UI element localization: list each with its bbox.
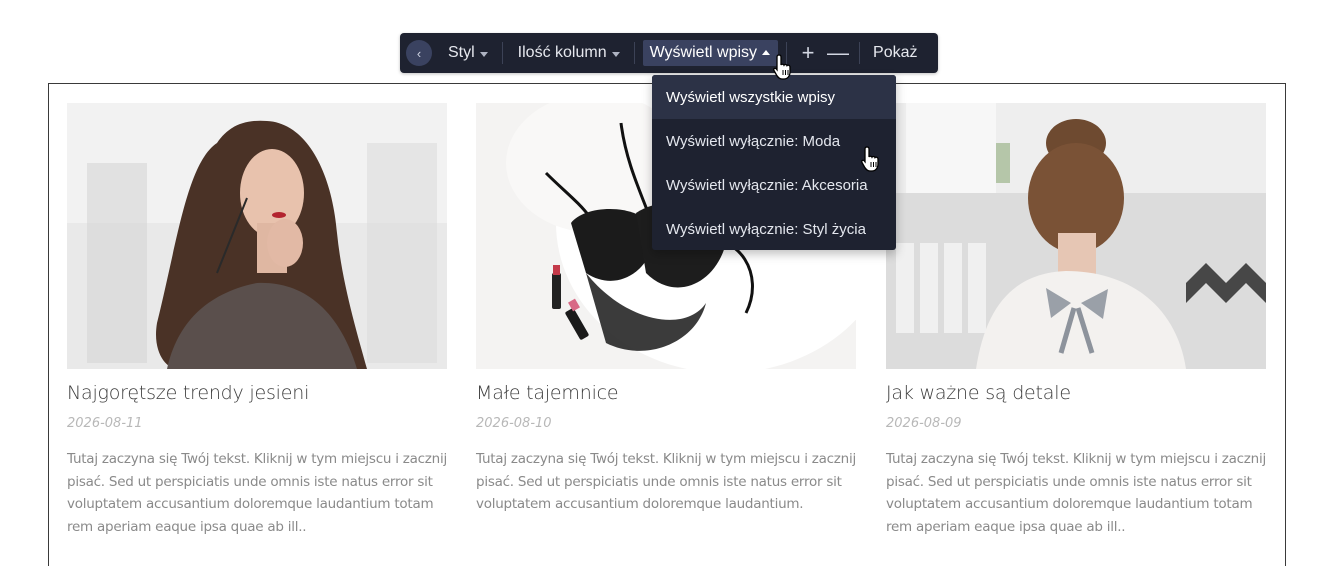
post-title[interactable]: Najgorętsze trendy jesieni <box>67 381 447 405</box>
remove-button[interactable]: — <box>823 33 853 73</box>
show-button[interactable]: Pokaż <box>860 33 917 73</box>
post-excerpt: Tutaj zaczyna się Twój tekst. Kliknij w … <box>67 451 447 535</box>
caret-up-icon <box>762 49 771 55</box>
caret-down-icon <box>611 51 620 57</box>
post-image[interactable] <box>67 103 447 369</box>
hand-pointer-cursor-icon <box>860 145 882 173</box>
style-label: Styl <box>448 44 475 61</box>
style-menu-button[interactable]: Styl <box>432 33 502 73</box>
post-card[interactable]: Jak ważne są detale 2026-08-09 Tutaj zac… <box>886 103 1266 538</box>
editor-toolbar: ‹ Styl Ilość kolumn Wyświetl wpisy + — P… <box>400 33 938 73</box>
toolbar-divider <box>633 42 635 64</box>
show-posts-menu-button[interactable]: Wyświetl wpisy <box>642 40 779 66</box>
hand-pointer-cursor-icon <box>772 53 794 81</box>
post-date: 2026-08-10 <box>476 416 552 431</box>
columns-menu-button[interactable]: Ilość kolumn <box>503 33 634 73</box>
columns-label: Ilość kolumn <box>517 44 607 61</box>
post-date: 2026-08-11 <box>67 416 143 431</box>
post-card[interactable]: Najgorętsze trendy jesieni 2026-08-11 Tu… <box>67 103 447 538</box>
post-image[interactable] <box>886 103 1266 369</box>
post-title[interactable]: Małe tajemnice <box>476 381 856 405</box>
post-excerpt: Tutaj zaczyna się Twój tekst. Kliknij w … <box>476 451 856 512</box>
post-excerpt: Tutaj zaczyna się Twój tekst. Kliknij w … <box>886 451 1266 535</box>
show-label: Pokaż <box>873 44 918 61</box>
chevron-left-icon[interactable]: ‹ <box>406 40 432 66</box>
post-title[interactable]: Jak ważne są detale <box>886 381 1266 405</box>
add-button[interactable]: + <box>793 33 823 73</box>
dropdown-item-lifestyle[interactable]: Wyświetl wyłącznie: Styl życia <box>652 207 896 250</box>
show-posts-label: Wyświetl wpisy <box>649 44 758 61</box>
post-date: 2026-08-09 <box>886 416 962 431</box>
caret-down-icon <box>479 51 488 57</box>
dropdown-item-all-posts[interactable]: Wyświetl wszystkie wpisy <box>652 75 896 119</box>
